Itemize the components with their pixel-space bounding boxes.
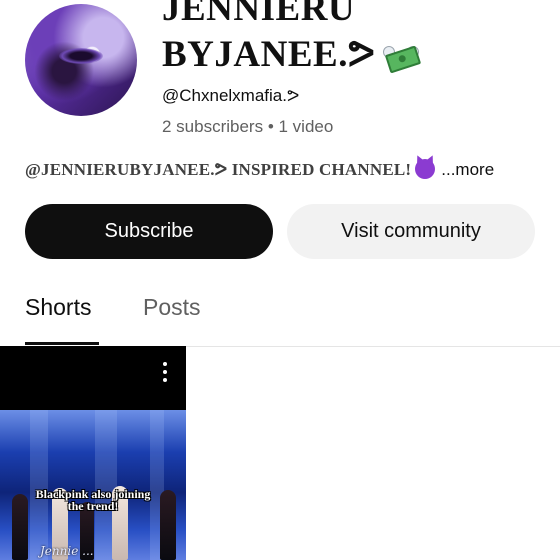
visit-community-button[interactable]: Visit community <box>287 204 535 259</box>
channel-title-line2: BYJANEE.ᕗ <box>162 34 376 75</box>
active-tab-indicator <box>25 342 99 345</box>
short-caption: Blackpink also joining the trend! <box>0 488 186 512</box>
short-caption-line2: the trend! <box>67 499 119 513</box>
channel-description[interactable]: @JENNIERUBYJANEE.ᕗ INSPIRED CHANNEL! ...m… <box>25 159 494 180</box>
more-options-icon[interactable] <box>158 360 172 384</box>
channel-tabs: Shorts Posts <box>0 290 560 347</box>
channel-title-line2-wrap: BYJANEE.ᕗ <box>162 32 462 78</box>
short-thumbnail: Blackpink also joining the trend! Jennie… <box>0 410 186 560</box>
subscribe-button[interactable]: Subscribe <box>25 204 273 259</box>
tab-shorts[interactable]: Shorts <box>25 294 91 321</box>
smiling-devil-icon <box>415 159 436 179</box>
description-text: @JENNIERUBYJANEE.ᕗ INSPIRED CHANNEL! <box>25 160 412 179</box>
channel-avatar[interactable] <box>25 4 137 116</box>
short-watermark: Jennie ... <box>40 544 94 558</box>
channel-title-line1: JENNIERU <box>162 0 356 29</box>
channel-title: JENNIERU BYJANEE.ᕗ <box>162 0 462 78</box>
more-link[interactable]: ...more <box>441 160 494 179</box>
tab-posts[interactable]: Posts <box>143 294 201 321</box>
channel-stats: 2 subscribers • 1 video <box>162 117 334 136</box>
channel-handle: @Chxnelxmafia.ᕗ <box>162 86 300 105</box>
money-with-wings-icon <box>383 45 422 74</box>
short-video-card[interactable]: Blackpink also joining the trend! Jennie… <box>0 346 186 560</box>
avatar-eye-detail <box>59 48 103 64</box>
